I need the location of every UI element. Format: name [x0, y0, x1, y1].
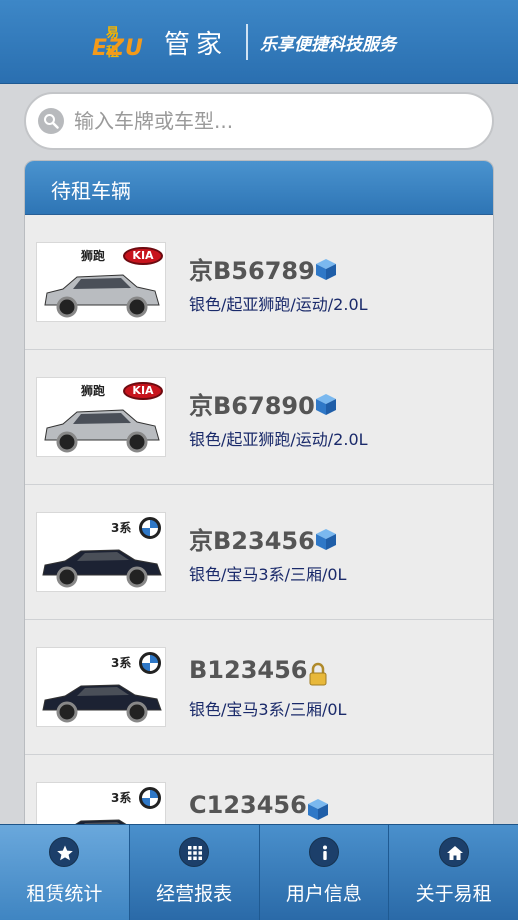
grid-icon	[179, 837, 210, 867]
vehicle-row[interactable]: 3系 C123456	[25, 755, 493, 829]
car-image	[42, 684, 162, 723]
tab-label: 用户信息	[285, 883, 362, 905]
header-divider	[246, 24, 248, 60]
vehicle-description: 银色/起亚狮跑/运动/2.0L	[189, 430, 368, 449]
car-image	[42, 549, 162, 588]
header-slogan: 乐享便捷科技服务	[260, 35, 396, 55]
model-label: 3系	[111, 521, 132, 535]
license-plate: C123456	[189, 791, 307, 819]
cube-icon	[316, 394, 336, 415]
tab-about[interactable]: 关于易租	[389, 825, 518, 920]
home-icon	[438, 837, 469, 867]
model-label: 狮跑	[81, 384, 106, 398]
cube-icon	[307, 799, 328, 820]
panel-title: 待租车辆	[51, 179, 131, 203]
vehicle-row[interactable]: 3系 B123456 银色/宝马3系/三厢/0L	[25, 620, 493, 755]
license-plate: 京B56789	[189, 257, 315, 285]
star-icon	[49, 837, 80, 867]
model-label: 狮跑	[81, 249, 106, 263]
car-image	[44, 409, 160, 453]
vehicle-row[interactable]: 狮跑 KIA 京B56789 银色/起亚狮跑/运动/2.0L	[25, 215, 493, 350]
license-plate: 京B23456	[189, 527, 315, 555]
logo-brand-text: EZU	[92, 36, 144, 61]
tab-user-info[interactable]: 用户信息	[260, 825, 390, 920]
car-image	[44, 274, 160, 318]
search-icon	[38, 108, 64, 134]
vehicle-thumbnail: 3系	[36, 512, 166, 592]
cube-icon	[316, 259, 336, 280]
license-plate: 京B67890	[189, 392, 315, 420]
vehicle-description: 银色/宝马3系/三厢/0L	[189, 700, 347, 719]
tab-label: 租赁统计	[26, 883, 103, 905]
vehicle-thumbnail: 3系	[36, 782, 166, 829]
logo-title: 管家	[164, 30, 229, 60]
tab-business-report[interactable]: 经营报表	[130, 825, 260, 920]
bottom-tab-bar: 租赁统计 经营报表 用户信息 关于易租	[0, 824, 518, 920]
search-bar[interactable]	[24, 92, 494, 150]
kia-logo: KIA	[123, 247, 163, 265]
vehicle-row[interactable]: 3系 京B23456 银色/宝马3系/三厢/0L	[25, 485, 493, 620]
lock-icon	[309, 662, 326, 686]
vehicle-description: 银色/宝马3系/三厢/0L	[189, 565, 347, 584]
tab-rental-stats[interactable]: 租赁统计	[0, 825, 130, 920]
vehicle-thumbnail: 狮跑 KIA	[36, 377, 166, 457]
app-header: 易租 EZU 管家 乐享便捷科技服务	[0, 0, 518, 84]
cube-icon	[316, 529, 336, 550]
panel-header: 待租车辆	[25, 161, 493, 215]
available-vehicles-panel: 待租车辆 狮跑 KIA 京B56789 银色/起亚狮跑/运动/2.0L 狮跑 KIA 京B6…	[24, 160, 494, 830]
vehicle-list: 狮跑 KIA 京B56789 银色/起亚狮跑/运动/2.0L 狮跑 KIA 京B67890 银…	[25, 215, 493, 829]
vehicle-thumbnail: 3系	[36, 647, 166, 727]
tab-label: 关于易租	[415, 883, 492, 905]
search-input[interactable]	[74, 104, 474, 138]
vehicle-description: 银色/起亚狮跑/运动/2.0L	[189, 295, 368, 314]
model-label: 3系	[111, 791, 132, 805]
info-icon	[308, 837, 339, 867]
vehicle-thumbnail: 狮跑 KIA	[36, 242, 166, 322]
tab-label: 经营报表	[156, 883, 233, 905]
vehicle-row[interactable]: 狮跑 KIA 京B67890 银色/起亚狮跑/运动/2.0L	[25, 350, 493, 485]
license-plate: B123456	[189, 656, 308, 684]
kia-logo: KIA	[123, 382, 163, 400]
model-label: 3系	[111, 656, 132, 670]
